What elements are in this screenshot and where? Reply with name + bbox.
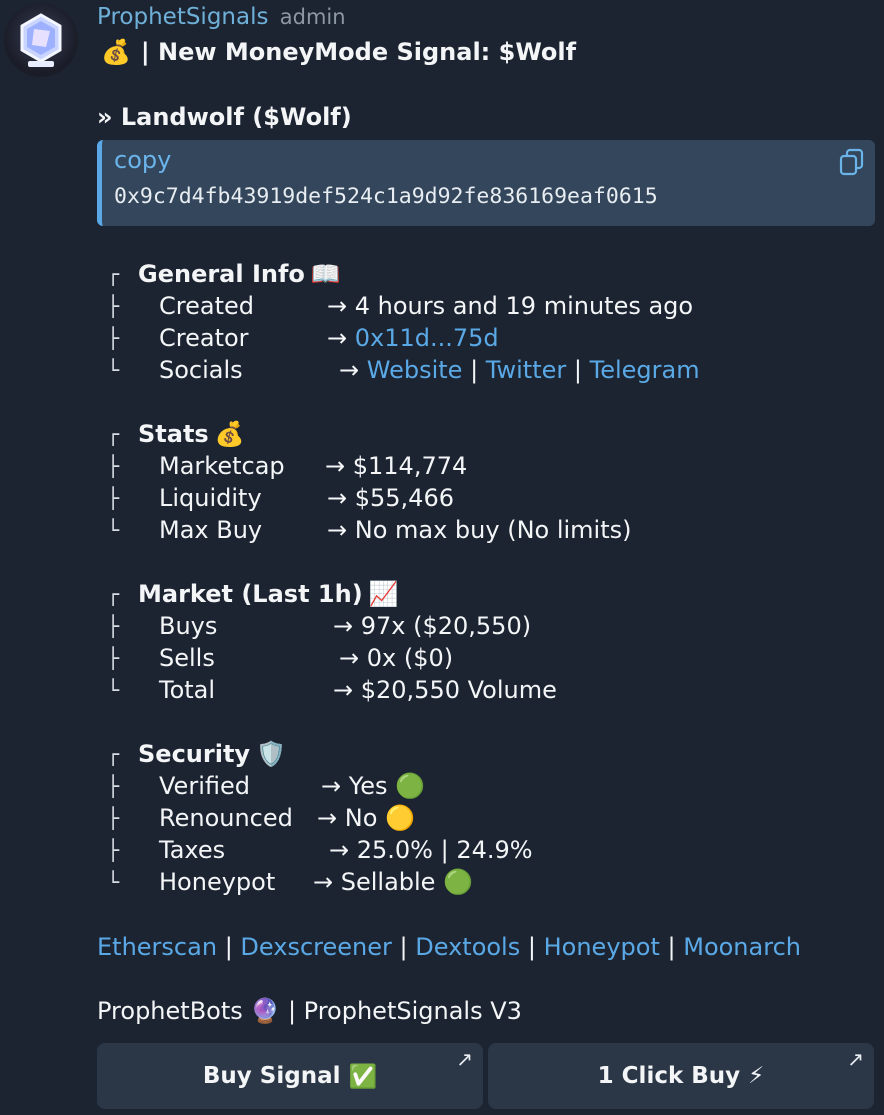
- tree-branch-icon: ├: [107, 646, 120, 670]
- honeypot-value: → Sellable 🟢: [313, 868, 473, 896]
- dexscreener-link[interactable]: Dexscreener: [240, 933, 391, 961]
- socials-value: → Website | Twitter | Telegram: [339, 356, 700, 384]
- money-bag-icon: 💰: [214, 420, 245, 448]
- section-title: General Info 📖: [138, 260, 341, 288]
- avatar[interactable]: [4, 3, 78, 77]
- sells-value: → 0x ($0): [339, 644, 454, 672]
- website-link[interactable]: Website: [367, 356, 463, 384]
- telegram-link[interactable]: Telegram: [590, 356, 700, 384]
- prism-logo-icon: [20, 13, 62, 67]
- marketcap-label: Marketcap: [159, 452, 285, 480]
- money-bag-icon: 💰: [101, 38, 131, 66]
- footer-signature: ProphetBots 🔮 | ProphetSignals V3: [97, 997, 522, 1025]
- verified-label: Verified: [159, 772, 250, 800]
- tree-branch-icon: ┌: [107, 262, 120, 286]
- tree-branch-icon: ├: [107, 806, 120, 830]
- one-click-buy-label: 1 Click Buy: [597, 1063, 741, 1089]
- shield-icon: 🛡️: [256, 740, 286, 768]
- one-click-buy-button[interactable]: 1 Click Buy ⚡ ↗: [488, 1043, 874, 1109]
- book-icon: 📖: [310, 260, 341, 288]
- tree-branch-icon: ┌: [107, 422, 120, 446]
- copy-icon[interactable]: [839, 148, 865, 176]
- honeypot-label: Honeypot: [159, 868, 276, 896]
- renounced-value: → No 🟡: [317, 804, 415, 832]
- tree-end-icon: └: [107, 518, 120, 542]
- green-circle-icon: 🟢: [443, 868, 473, 896]
- buys-label: Buys: [159, 612, 218, 640]
- moonarch-link[interactable]: Moonarch: [683, 933, 801, 961]
- marketcap-value: → $114,774: [325, 452, 468, 480]
- chart-up-icon: 📈: [368, 580, 399, 608]
- liquidity-value: → $55,466: [327, 484, 454, 512]
- total-value: → $20,550 Volume: [333, 676, 557, 704]
- creator-value: → 0x11d...75d: [327, 324, 499, 352]
- verified-value: → Yes 🟢: [321, 772, 426, 800]
- message-header: ProphetSignals admin: [97, 4, 346, 30]
- buy-signal-label: Buy Signal: [202, 1063, 341, 1089]
- buy-signal-button[interactable]: Buy Signal ✅ ↗: [97, 1043, 483, 1109]
- tree-end-icon: └: [107, 678, 120, 702]
- etherscan-link[interactable]: Etherscan: [97, 933, 217, 961]
- tree-branch-icon: ┌: [107, 582, 120, 606]
- liquidity-label: Liquidity: [159, 484, 262, 512]
- created-value: → 4 hours and 19 minutes ago: [327, 292, 694, 320]
- tree-branch-icon: ├: [107, 486, 120, 510]
- tree-branch-icon: ┌: [107, 742, 120, 766]
- creator-link[interactable]: 0x11d...75d: [355, 324, 499, 352]
- taxes-value: → 25.0% | 24.9%: [329, 836, 533, 864]
- created-label: Created: [159, 292, 254, 320]
- tree-branch-icon: ├: [107, 614, 120, 638]
- yellow-circle-icon: 🟡: [385, 804, 415, 832]
- footer-text: | ProphetSignals V3: [287, 997, 522, 1025]
- tree-branch-icon: ├: [107, 774, 120, 798]
- tree-branch-icon: ├: [107, 326, 120, 350]
- total-label: Total: [159, 676, 216, 704]
- green-circle-icon: 🟢: [395, 772, 426, 800]
- tree-branch-icon: ├: [107, 454, 120, 478]
- twitter-link[interactable]: Twitter: [486, 356, 566, 384]
- external-arrow-icon: ↗: [456, 1047, 473, 1071]
- max-buy-label: Max Buy: [159, 516, 263, 544]
- section-title: Market (Last 1h) 📈: [138, 580, 399, 608]
- sender-role: admin: [279, 5, 346, 29]
- tree-end-icon: └: [107, 358, 120, 382]
- creator-label: Creator: [159, 324, 249, 352]
- sells-label: Sells: [159, 644, 215, 672]
- footer-brand: ProphetBots: [97, 997, 243, 1025]
- tree-branch-icon: ├: [107, 838, 120, 862]
- section-title: Stats 💰: [138, 420, 245, 448]
- lightning-icon: ⚡: [748, 1063, 765, 1089]
- check-mark-icon: ✅: [348, 1063, 378, 1090]
- crystal-ball-icon: 🔮: [250, 997, 281, 1025]
- signal-title-text: | New MoneyMode Signal: $Wolf: [140, 38, 577, 66]
- external-links: Etherscan | Dexscreener | Dextools | Hon…: [97, 933, 801, 961]
- socials-label: Socials: [159, 356, 243, 384]
- max-buy-value: → No max buy (No limits): [327, 516, 632, 544]
- buys-value: → 97x ($20,550): [333, 612, 532, 640]
- tree-branch-icon: ├: [107, 294, 120, 318]
- dextools-link[interactable]: Dextools: [415, 933, 520, 961]
- renounced-label: Renounced: [159, 804, 293, 832]
- token-name: » Landwolf ($Wolf): [97, 103, 352, 131]
- tree-end-icon: └: [107, 870, 120, 894]
- signal-title: 💰 | New MoneyMode Signal: $Wolf: [101, 38, 576, 66]
- copy-label[interactable]: copy: [114, 146, 171, 174]
- sender-name[interactable]: ProphetSignals: [97, 4, 268, 30]
- honeypot-link[interactable]: Honeypot: [544, 933, 660, 961]
- contract-address[interactable]: 0x9c7d4fb43919def524c1a9d92fe836169eaf06…: [114, 184, 658, 209]
- taxes-label: Taxes: [159, 836, 226, 864]
- section-title: Security 🛡️: [138, 740, 286, 768]
- external-arrow-icon: ↗: [847, 1047, 864, 1071]
- contract-code-block[interactable]: copy 0x9c7d4fb43919def524c1a9d92fe836169…: [97, 140, 875, 226]
